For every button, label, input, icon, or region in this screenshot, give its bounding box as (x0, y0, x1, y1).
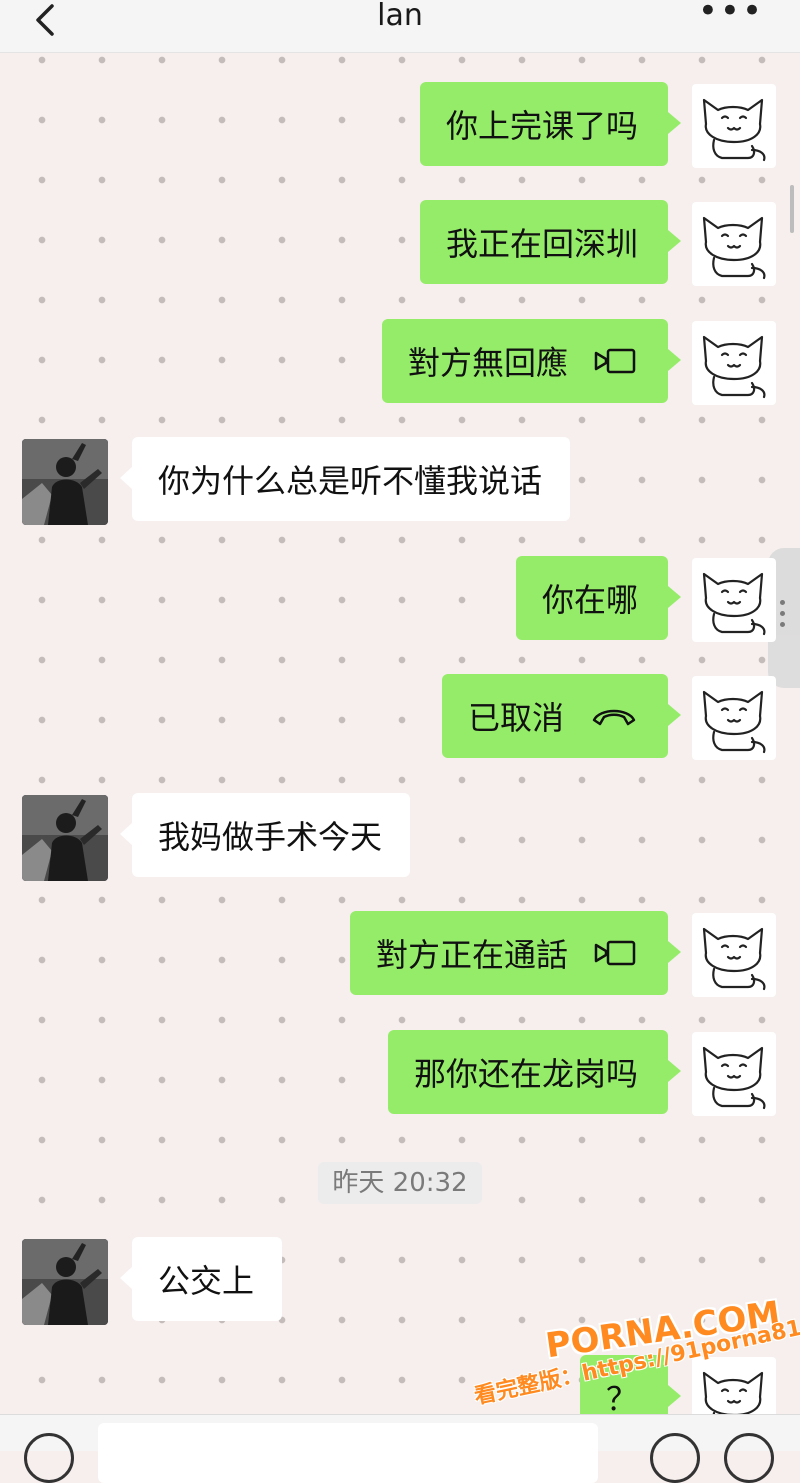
cat-icon (702, 98, 766, 162)
message-bubble-incoming[interactable]: 公交上 (119, 1237, 283, 1321)
message-text: 已取消 (467, 699, 564, 737)
warrior-avatar-image (22, 439, 108, 525)
message-bubble-incoming[interactable]: 你为什么总是听不懂我说话 (119, 437, 571, 521)
input-bar (0, 1414, 800, 1483)
voice-call-status-bubble[interactable]: 已取消 (441, 674, 682, 758)
message-bubble-incoming[interactable]: 我妈做手术今天 (119, 793, 411, 877)
message-text: 對方無回應 (407, 344, 568, 382)
message-row: 我正在回深圳 (0, 200, 800, 290)
video-call-icon (594, 348, 636, 374)
message-text: 對方正在通話 (375, 936, 568, 974)
message-text: 那你还在龙岗吗 (413, 1055, 638, 1093)
message-text: 你在哪 (541, 581, 638, 619)
message-bubble-outgoing[interactable]: 那你还在龙岗吗 (387, 1030, 682, 1114)
message-row: 你上完课了吗 (0, 82, 800, 172)
message-input[interactable] (98, 1423, 598, 1483)
my-avatar[interactable] (692, 676, 776, 760)
my-avatar[interactable] (692, 321, 776, 405)
contact-avatar[interactable] (22, 439, 108, 525)
message-row: 你为什么总是听不懂我说话 (0, 437, 800, 527)
message-row: 已取消 (0, 674, 800, 764)
my-avatar[interactable] (692, 1032, 776, 1116)
my-avatar[interactable] (692, 913, 776, 997)
cat-icon (702, 690, 766, 754)
message-bubble-outgoing[interactable]: 我正在回深圳 (419, 200, 682, 284)
contact-avatar[interactable] (22, 795, 108, 881)
cat-icon (702, 335, 766, 399)
message-row: 那你还在龙岗吗 (0, 1030, 800, 1120)
more-options-button[interactable]: ••• (698, 0, 764, 28)
chat-title: lan (377, 0, 423, 33)
chat-header: lan ••• (0, 0, 800, 53)
phone-hangup-icon (592, 709, 636, 726)
message-row: 我妈做手术今天 (0, 793, 800, 883)
message-text: 我妈做手术今天 (158, 818, 383, 856)
message-timestamp: 昨天 20:32 (318, 1162, 482, 1204)
video-call-status-bubble[interactable]: 對方無回應 (381, 319, 682, 403)
my-avatar[interactable] (692, 202, 776, 286)
cat-icon (702, 216, 766, 280)
cat-icon (702, 1046, 766, 1110)
video-call-status-bubble[interactable]: 對方正在通話 (349, 911, 682, 995)
message-row: 對方無回應 (0, 319, 800, 409)
emoji-button[interactable] (650, 1433, 700, 1483)
message-text: 你为什么总是听不懂我说话 (158, 462, 543, 500)
cat-icon (702, 927, 766, 991)
message-bubble-outgoing[interactable]: 你在哪 (515, 556, 682, 640)
voice-input-button[interactable] (24, 1433, 74, 1483)
warrior-avatar-image (22, 1239, 108, 1325)
message-text: 我正在回深圳 (445, 225, 638, 263)
video-call-icon (594, 940, 636, 966)
my-avatar[interactable] (692, 84, 776, 168)
message-bubble-outgoing[interactable]: 你上完课了吗 (419, 82, 682, 166)
message-row: 你在哪 (0, 556, 800, 646)
my-avatar[interactable] (692, 558, 776, 642)
contact-avatar[interactable] (22, 1239, 108, 1325)
message-text: 公交上 (158, 1262, 255, 1300)
message-row: 對方正在通話 (0, 911, 800, 1001)
cat-icon (702, 572, 766, 636)
message-text: 你上完课了吗 (445, 107, 638, 145)
warrior-avatar-image (22, 795, 108, 881)
more-actions-button[interactable] (724, 1433, 774, 1483)
